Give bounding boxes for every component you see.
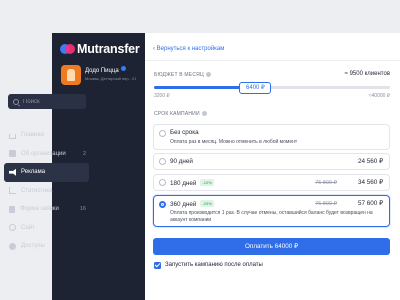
discount-badge: -10% [200,179,214,186]
back-link[interactable]: ‹ Вернуться к настройкам [153,46,224,52]
term-option-old-price: 76 800 ₽ [315,180,337,186]
gear-icon [9,242,16,250]
megaphone-icon [9,168,16,176]
budget-min: 3200 ₽ [154,93,170,99]
form-icon [9,205,15,213]
term-option-price: 57 600 ₽ [357,200,383,207]
start-after-payment-label: Запустить кампанию после оплаты [165,262,263,268]
term-option-90[interactable]: 90 дней 24 560 ₽ [153,153,390,170]
discount-badge: -25% [200,200,214,207]
logo-mark-icon [60,44,75,54]
search-input[interactable] [23,98,83,105]
sidebar-item-ads[interactable]: Реклама [4,163,89,182]
org-switcher[interactable]: Додо Пицца Москва, Дегтярный пер., 21 [61,64,143,90]
org-name: Додо Пицца [85,68,119,74]
budget-slider-thumb[interactable]: 6400 ₽ [239,82,272,94]
app-name: Mutransfer [77,42,140,56]
globe-icon [9,224,16,232]
start-after-payment-checkbox[interactable] [154,262,161,269]
term-option-360[interactable]: 360 дней -25% 76 800 ₽ 57 600 ₽ Оплата пр… [153,195,390,227]
radio-button[interactable] [159,130,166,137]
budget-label-row: БЮДЖЕТ В МЕСЯЦ [154,72,211,78]
sidebar-item-about[interactable]: Об организации 2 [4,145,89,164]
term-option-price: 24 560 ₽ [357,158,383,165]
budget-reach: ≈ 9500 клиентов [344,71,390,77]
chart-icon [9,187,16,195]
term-label: СРОК КАМПАНИИ [154,111,200,117]
sidebar-item-label: Реклама [21,169,46,176]
back-link-label: Вернуться к настройкам [156,46,225,52]
pay-button[interactable]: Оплатить 64000 ₽ [153,238,390,255]
radio-button[interactable] [159,158,166,165]
term-option-old-price: 76 800 ₽ [315,201,337,207]
sidebar-nav: Главная Об организации 2 Реклама Статист… [4,126,89,256]
org-address: Москва, Дегтярный пер., 21 [85,76,137,81]
term-option-price: 34 560 ₽ [357,179,383,186]
term-option-title-row: 360 дней -25% [170,200,214,208]
logo[interactable]: Mutransfer [60,42,140,56]
sidebar-item-label: Статистика [21,187,53,194]
term-option-180[interactable]: 180 дней -10% 76 800 ₽ 34 560 ₽ [153,174,390,191]
info-icon[interactable] [205,72,211,77]
radio-button-selected[interactable] [159,201,166,208]
term-option-title-row: 180 дней -10% [170,179,214,187]
term-option-title: 90 дней [170,158,193,165]
sidebar-item-site[interactable]: Сайт [4,219,89,238]
budget-label: БЮДЖЕТ В МЕСЯЦ [154,72,204,78]
budget-max: ≈40000 ₽ [368,93,390,99]
building-icon [9,150,16,158]
term-option-subtitle: Оплата раз в месяц. Можно отменить в люб… [170,139,298,145]
sidebar-item-label: Форма заявки [20,206,59,213]
org-name-row: Додо Пицца [85,66,126,74]
term-option-title: 180 дней [170,180,197,187]
verified-icon [120,66,126,71]
sidebar-item-label: Доступы [21,243,45,250]
sidebar-item-label: Об организации [21,150,66,157]
sidebar-item-count: 2 [82,150,86,157]
info-icon[interactable] [201,111,207,116]
sidebar-item-access[interactable]: Доступы [4,237,89,256]
budget-slider-track[interactable] [154,86,390,89]
term-option-title: Без срока [170,129,199,136]
sidebar-item-form[interactable]: Форма заявки 16 [4,200,89,219]
sidebar-item-home[interactable]: Главная [4,126,89,145]
sidebar-item-count: 16 [79,206,86,213]
term-option-subtitle: Оплата производится 1 раз. В случае отме… [170,210,373,223]
sidebar-item-stats[interactable]: Статистика [4,182,89,201]
divider [145,60,400,61]
search-icon [13,98,19,105]
search-box [8,94,86,109]
term-option-unlimited[interactable]: Без срока Оплата раз в месяц. Можно отме… [153,124,390,150]
home-icon [9,133,16,139]
sidebar-item-label: Главная [21,132,44,139]
org-avatar [61,65,81,85]
term-label-row: СРОК КАМПАНИИ [154,111,207,117]
term-option-title: 360 дней [170,201,197,208]
sidebar-item-label: Сайт [21,224,35,231]
radio-button[interactable] [159,179,166,186]
